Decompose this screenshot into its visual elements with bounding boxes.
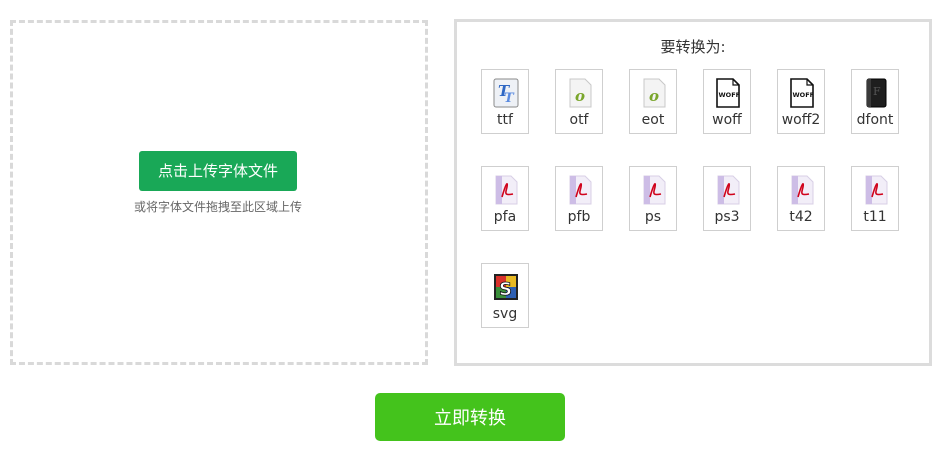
pdf-icon (495, 175, 518, 205)
woff2-icon: WOFF (790, 78, 815, 108)
format-option-otf[interactable]: o otf (555, 69, 603, 134)
upload-drop-zone[interactable] (10, 20, 428, 365)
format-option-ttf[interactable]: T T ttf (481, 69, 529, 134)
format-option-pfb[interactable]: pfb (555, 166, 603, 231)
svg-text:T: T (504, 91, 515, 106)
format-label: otf (569, 112, 589, 128)
svg-text:o: o (575, 87, 585, 105)
convert-now-button[interactable]: 立即转换 (375, 393, 565, 441)
format-label: dfont (856, 112, 894, 128)
pdf-icon (865, 175, 888, 205)
format-option-svg[interactable]: S svg (481, 263, 529, 328)
format-label: ttf (497, 112, 513, 128)
ttf-icon: T T (493, 78, 519, 108)
format-option-woff[interactable]: WOFF woff (703, 69, 751, 134)
dfont-icon: F (866, 78, 887, 108)
format-label: woff (712, 112, 742, 128)
format-label: t11 (863, 209, 887, 225)
format-option-pfa[interactable]: pfa (481, 166, 529, 231)
format-option-t11[interactable]: t11 (851, 166, 899, 231)
format-label: t42 (789, 209, 813, 225)
pdf-icon (569, 175, 592, 205)
format-option-eot[interactable]: o eot (629, 69, 677, 134)
format-label: ps3 (714, 209, 740, 225)
woff-icon: WOFF (716, 78, 741, 108)
svg-text:WOFF: WOFF (793, 91, 815, 99)
format-label: pfb (567, 209, 591, 225)
format-label: svg (492, 306, 518, 322)
otf-icon: o (569, 78, 592, 108)
format-label: pfa (493, 209, 517, 225)
upload-font-button[interactable]: 点击上传字体文件 (139, 151, 297, 191)
format-option-woff2[interactable]: WOFF woff2 (777, 69, 825, 134)
format-option-t42[interactable]: t42 (777, 166, 825, 231)
format-label: eot (641, 112, 665, 128)
format-option-ps[interactable]: ps (629, 166, 677, 231)
format-label: woff2 (781, 112, 821, 128)
format-panel-title: 要转换为: (660, 38, 726, 56)
svg-text:F: F (873, 85, 881, 98)
svg-text:o: o (649, 87, 659, 105)
svg-text:S: S (499, 279, 512, 300)
eot-icon: o (643, 78, 666, 108)
pdf-icon (643, 175, 666, 205)
svg-icon: S (494, 274, 518, 300)
pdf-icon (791, 175, 814, 205)
format-label: ps (644, 209, 662, 225)
format-option-dfont[interactable]: F dfont (851, 69, 899, 134)
upload-hint: 或将字体文件拖拽至此区域上传 (133, 200, 302, 214)
svg-text:WOFF: WOFF (719, 91, 741, 99)
pdf-icon (717, 175, 740, 205)
format-option-ps3[interactable]: ps3 (703, 166, 751, 231)
